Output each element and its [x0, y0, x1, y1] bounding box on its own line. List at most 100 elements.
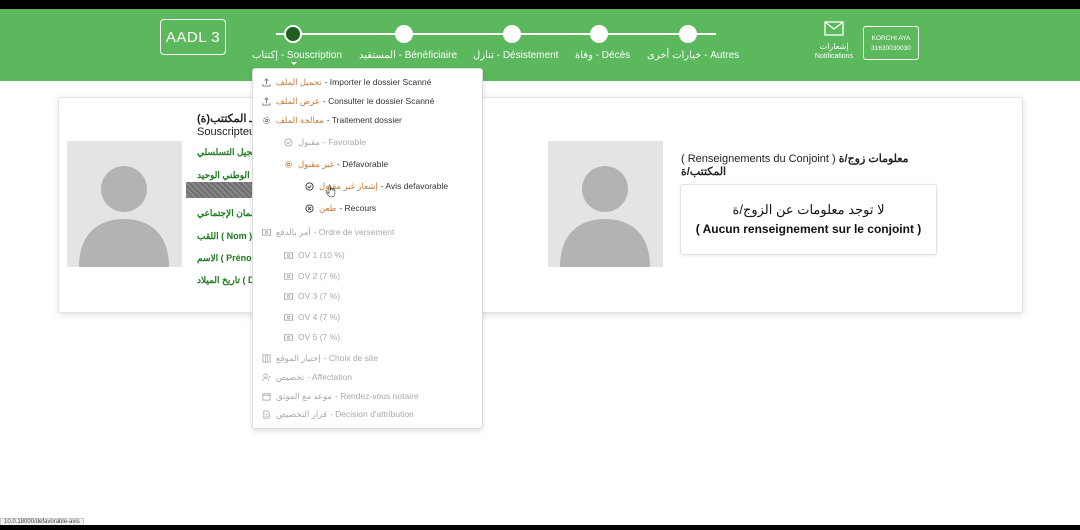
- bottom-frame-bar: [0, 525, 1080, 530]
- menu-item-ov3[interactable]: OV 3 (7 %): [284, 290, 340, 302]
- step-label-desistement[interactable]: تنازل - Désistement: [473, 50, 558, 61]
- progress-line: [276, 33, 716, 35]
- chevron-down-icon: [291, 62, 297, 65]
- field-social-security: ضمان الإجتماعي: [197, 208, 259, 218]
- step-dot-souscription[interactable]: [284, 25, 302, 43]
- menu-item-ar: مقبول: [298, 136, 320, 147]
- field-nin: الوطني الوحيد: [197, 170, 250, 180]
- field-serial: سجيل التسلسلي: [197, 147, 260, 157]
- menu-item-fr: - Traitement dossier: [326, 115, 402, 125]
- brand-logo[interactable]: AADL 3: [160, 19, 226, 55]
- menu-item-traitement-dossier[interactable]: معالجة الملف - Traitement dossier: [262, 114, 402, 126]
- conjoint-empty-fr: ( Aucun renseignement sur le conjoint ): [695, 222, 922, 236]
- menu-item-ar: تحميل الملف: [276, 76, 322, 87]
- building-icon: [262, 353, 271, 363]
- menu-item-consulter-dossier[interactable]: عرض الملف - Consulter le dossier Scanné: [262, 95, 434, 107]
- menu-item-choix-site[interactable]: إختيار الموقع - Choix de site: [262, 352, 378, 364]
- user-silhouette-icon: [67, 141, 182, 267]
- conjoint-empty-ar: لا توجد معلومات عن الزوج/ة: [732, 202, 885, 217]
- menu-item-ar: عرض الملف: [276, 95, 320, 106]
- menu-item-ov1[interactable]: OV 1 (10 %): [284, 249, 345, 261]
- menu-item-fr: - Rendez-vous notaire: [335, 391, 419, 401]
- notifications-label-fr: Notifications: [814, 53, 854, 60]
- menu-item-ar: تخصيص: [276, 371, 305, 382]
- menu-item-favorable[interactable]: مقبول - Favorable: [284, 136, 366, 148]
- step-label-souscription[interactable]: إكتتاب - Souscription: [252, 50, 342, 61]
- field-nom: اللقب ( Nom ): [197, 231, 253, 241]
- menu-item-ar: إختيار الموقع: [276, 352, 321, 363]
- upload-icon: [262, 77, 271, 87]
- menu-item-fr: OV 1 (10 %): [298, 250, 345, 260]
- conjoint-title: ( Renseignements du Conjoint ) معلومات ز…: [681, 153, 921, 179]
- menu-item-ar: طعن: [319, 202, 337, 213]
- payment-icon: [284, 292, 293, 301]
- menu-item-fr: OV 2 (7 %): [298, 271, 341, 281]
- menu-item-fr: - Favorable: [323, 137, 366, 147]
- payment-icon: [262, 228, 271, 237]
- x-circle-icon: [305, 203, 314, 213]
- menu-item-fr: - Recours: [339, 203, 377, 213]
- menu-item-ar: غير مقبول: [298, 158, 335, 169]
- step-label-autres[interactable]: خيارات أخرى - Autres: [647, 50, 739, 61]
- menu-item-fr: OV 4 (7 %): [298, 312, 341, 322]
- menu-item-recours[interactable]: طعن - Recours: [305, 202, 376, 214]
- redacted-value: [186, 182, 252, 198]
- menu-item-decision-attribution[interactable]: قرار التخصيص - Decision d'attribution: [262, 408, 414, 420]
- step-dot-autres[interactable]: [679, 25, 697, 43]
- payment-icon: [284, 333, 293, 342]
- calendar-icon: [262, 392, 271, 401]
- field-birth-date: تاريخ الميلاد ( D: [197, 275, 255, 285]
- menu-item-ar: أمر بالدفع: [276, 226, 311, 237]
- check-circle-icon: [305, 181, 314, 191]
- step-dot-deces[interactable]: [590, 25, 608, 43]
- gear-icon: [262, 116, 271, 125]
- menu-item-ov5[interactable]: OV 5 (7 %): [284, 331, 340, 343]
- menu-item-fr: - Choix de site: [323, 353, 378, 363]
- step-label-deces[interactable]: وفاة - Décès: [575, 50, 630, 61]
- menu-item-fr: - Avis defavorable: [380, 181, 449, 191]
- payment-icon: [284, 313, 293, 322]
- menu-item-fr: OV 5 (7 %): [298, 332, 341, 342]
- step-label-beneficiaire[interactable]: المستفيد - Bénéficiaire: [359, 50, 457, 61]
- check-circle-icon: [284, 137, 293, 147]
- notifications-label-ar: إشعارات: [819, 42, 849, 51]
- menu-item-fr: - Decision d'attribution: [329, 409, 414, 419]
- menu-item-fr: - Ordre de versement: [313, 227, 395, 237]
- user-silhouette-icon: [548, 141, 663, 267]
- field-prenom: الاسم ( Préno: [197, 253, 252, 263]
- menu-item-fr: - Consulter le dossier Scanné: [322, 96, 435, 106]
- menu-item-affectation[interactable]: تخصيص - Affectation: [262, 371, 352, 383]
- menu-item-defavorable[interactable]: غير مقبول - Défavorable: [284, 158, 388, 170]
- payment-icon: [284, 272, 293, 281]
- mouse-cursor-icon: [326, 184, 336, 198]
- conjoint-empty-box: لا توجد معلومات عن الزوج/ة ( Aucun rense…: [680, 184, 937, 255]
- subscriber-title-ar: ـ المكتتب(ة): [197, 113, 253, 125]
- menu-item-ar: معالجة الملف: [276, 114, 324, 125]
- conjoint-title-fr: ( Renseignements du Conjoint ): [681, 153, 836, 165]
- menu-item-ordre-versement[interactable]: أمر بالدفع - Ordre de versement: [262, 226, 394, 238]
- user-name: KORCHI AYA: [871, 35, 911, 42]
- menu-item-fr: - Importer le dossier Scanné: [324, 77, 432, 87]
- user-id: 31630030030: [871, 45, 911, 52]
- menu-item-ov4[interactable]: OV 4 (7 %): [284, 311, 340, 323]
- step-dot-beneficiaire[interactable]: [395, 25, 413, 43]
- menu-item-fr: - Défavorable: [337, 159, 389, 169]
- menu-item-fr: OV 3 (7 %): [298, 291, 341, 301]
- user-badge[interactable]: KORCHI AYA 31630030030: [863, 26, 919, 60]
- menu-item-ov2[interactable]: OV 2 (7 %): [284, 270, 340, 282]
- top-frame-bar: [0, 0, 1080, 9]
- subscriber-title-fr: Souscripteu: [197, 126, 256, 138]
- conjoint-avatar: [548, 141, 663, 267]
- menu-item-import-dossier[interactable]: تحميل الملف - Importer le dossier Scanné: [262, 76, 431, 88]
- step-dot-desistement[interactable]: [503, 25, 521, 43]
- souscription-dropdown-menu: تحميل الملف - Importer le dossier Scanné…: [252, 68, 483, 429]
- notifications-button[interactable]: إشعارات Notifications: [810, 21, 858, 61]
- menu-item-ar: قرار التخصيص: [276, 408, 327, 419]
- menu-item-rendez-vous-notaire[interactable]: موعد مع الموثق - Rendez-vous notaire: [262, 390, 419, 402]
- user-assign-icon: [262, 372, 271, 382]
- payment-icon: [284, 251, 293, 260]
- subscriber-title: ـ المكتتب(ة) Souscripteu: [197, 113, 255, 139]
- envelope-icon: [824, 21, 844, 36]
- menu-item-ar: موعد مع الموثق: [276, 390, 332, 401]
- upload-icon: [262, 96, 271, 106]
